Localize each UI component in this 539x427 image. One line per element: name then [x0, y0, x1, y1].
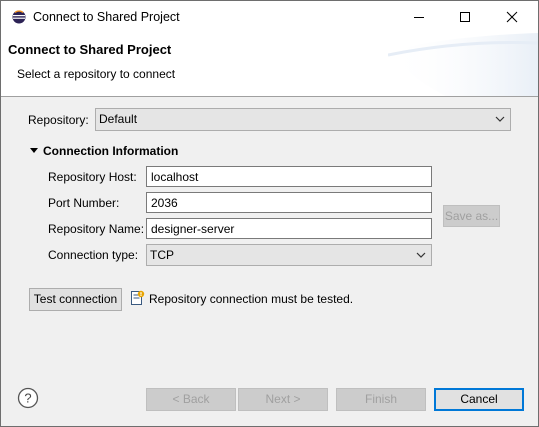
next-button[interactable]: Next > [238, 388, 328, 411]
port-input[interactable] [147, 193, 431, 212]
repository-name-input[interactable] [147, 219, 431, 238]
host-label: Repository Host: [48, 170, 137, 184]
help-icon[interactable]: ? [17, 387, 39, 409]
minimize-icon [414, 17, 424, 18]
repository-label: Repository: [28, 113, 89, 127]
finish-button[interactable]: Finish [336, 388, 426, 411]
connection-section-title[interactable]: Connection Information [43, 144, 178, 158]
maximize-button[interactable] [442, 1, 488, 33]
save-as-button[interactable]: Save as... [443, 205, 500, 227]
host-input[interactable] [147, 167, 431, 186]
connection-type-select[interactable]: TCP [146, 244, 432, 266]
chevron-down-icon [416, 252, 426, 258]
dialog-window: Connect to Shared Project Connect to Sha… [0, 0, 539, 427]
chevron-down-icon [495, 116, 505, 122]
repository-select[interactable]: Default [95, 108, 511, 131]
connection-type-value: TCP [150, 248, 174, 262]
minimize-button[interactable] [396, 1, 442, 33]
back-button[interactable]: < Back [146, 388, 236, 411]
window-title: Connect to Shared Project [33, 10, 180, 24]
port-label: Port Number: [48, 196, 120, 210]
status-message: Repository connection must be tested. [149, 292, 354, 306]
eclipse-app-icon [12, 10, 26, 24]
close-button[interactable] [489, 1, 535, 33]
svg-text:?: ? [24, 391, 31, 406]
header-banner-graphic [388, 33, 538, 96]
title-bar[interactable]: Connect to Shared Project [1, 1, 538, 33]
cancel-button[interactable]: Cancel [434, 388, 524, 411]
page-title: Connect to Shared Project [8, 42, 172, 57]
maximize-icon [460, 12, 470, 22]
host-field[interactable] [146, 166, 432, 187]
collapse-triangle-icon[interactable] [30, 148, 39, 155]
port-field[interactable] [146, 192, 432, 213]
wizard-header: Connect to Shared Project Select a repos… [1, 33, 538, 97]
connection-type-label: Connection type: [48, 248, 139, 262]
test-connection-button[interactable]: Test connection [29, 288, 122, 311]
repository-select-value: Default [99, 112, 138, 126]
info-document-icon [129, 290, 145, 306]
close-icon [506, 11, 518, 23]
repository-name-label: Repository Name: [48, 222, 145, 236]
page-subtitle: Select a repository to connect [17, 67, 176, 81]
repository-name-field[interactable] [146, 218, 432, 239]
